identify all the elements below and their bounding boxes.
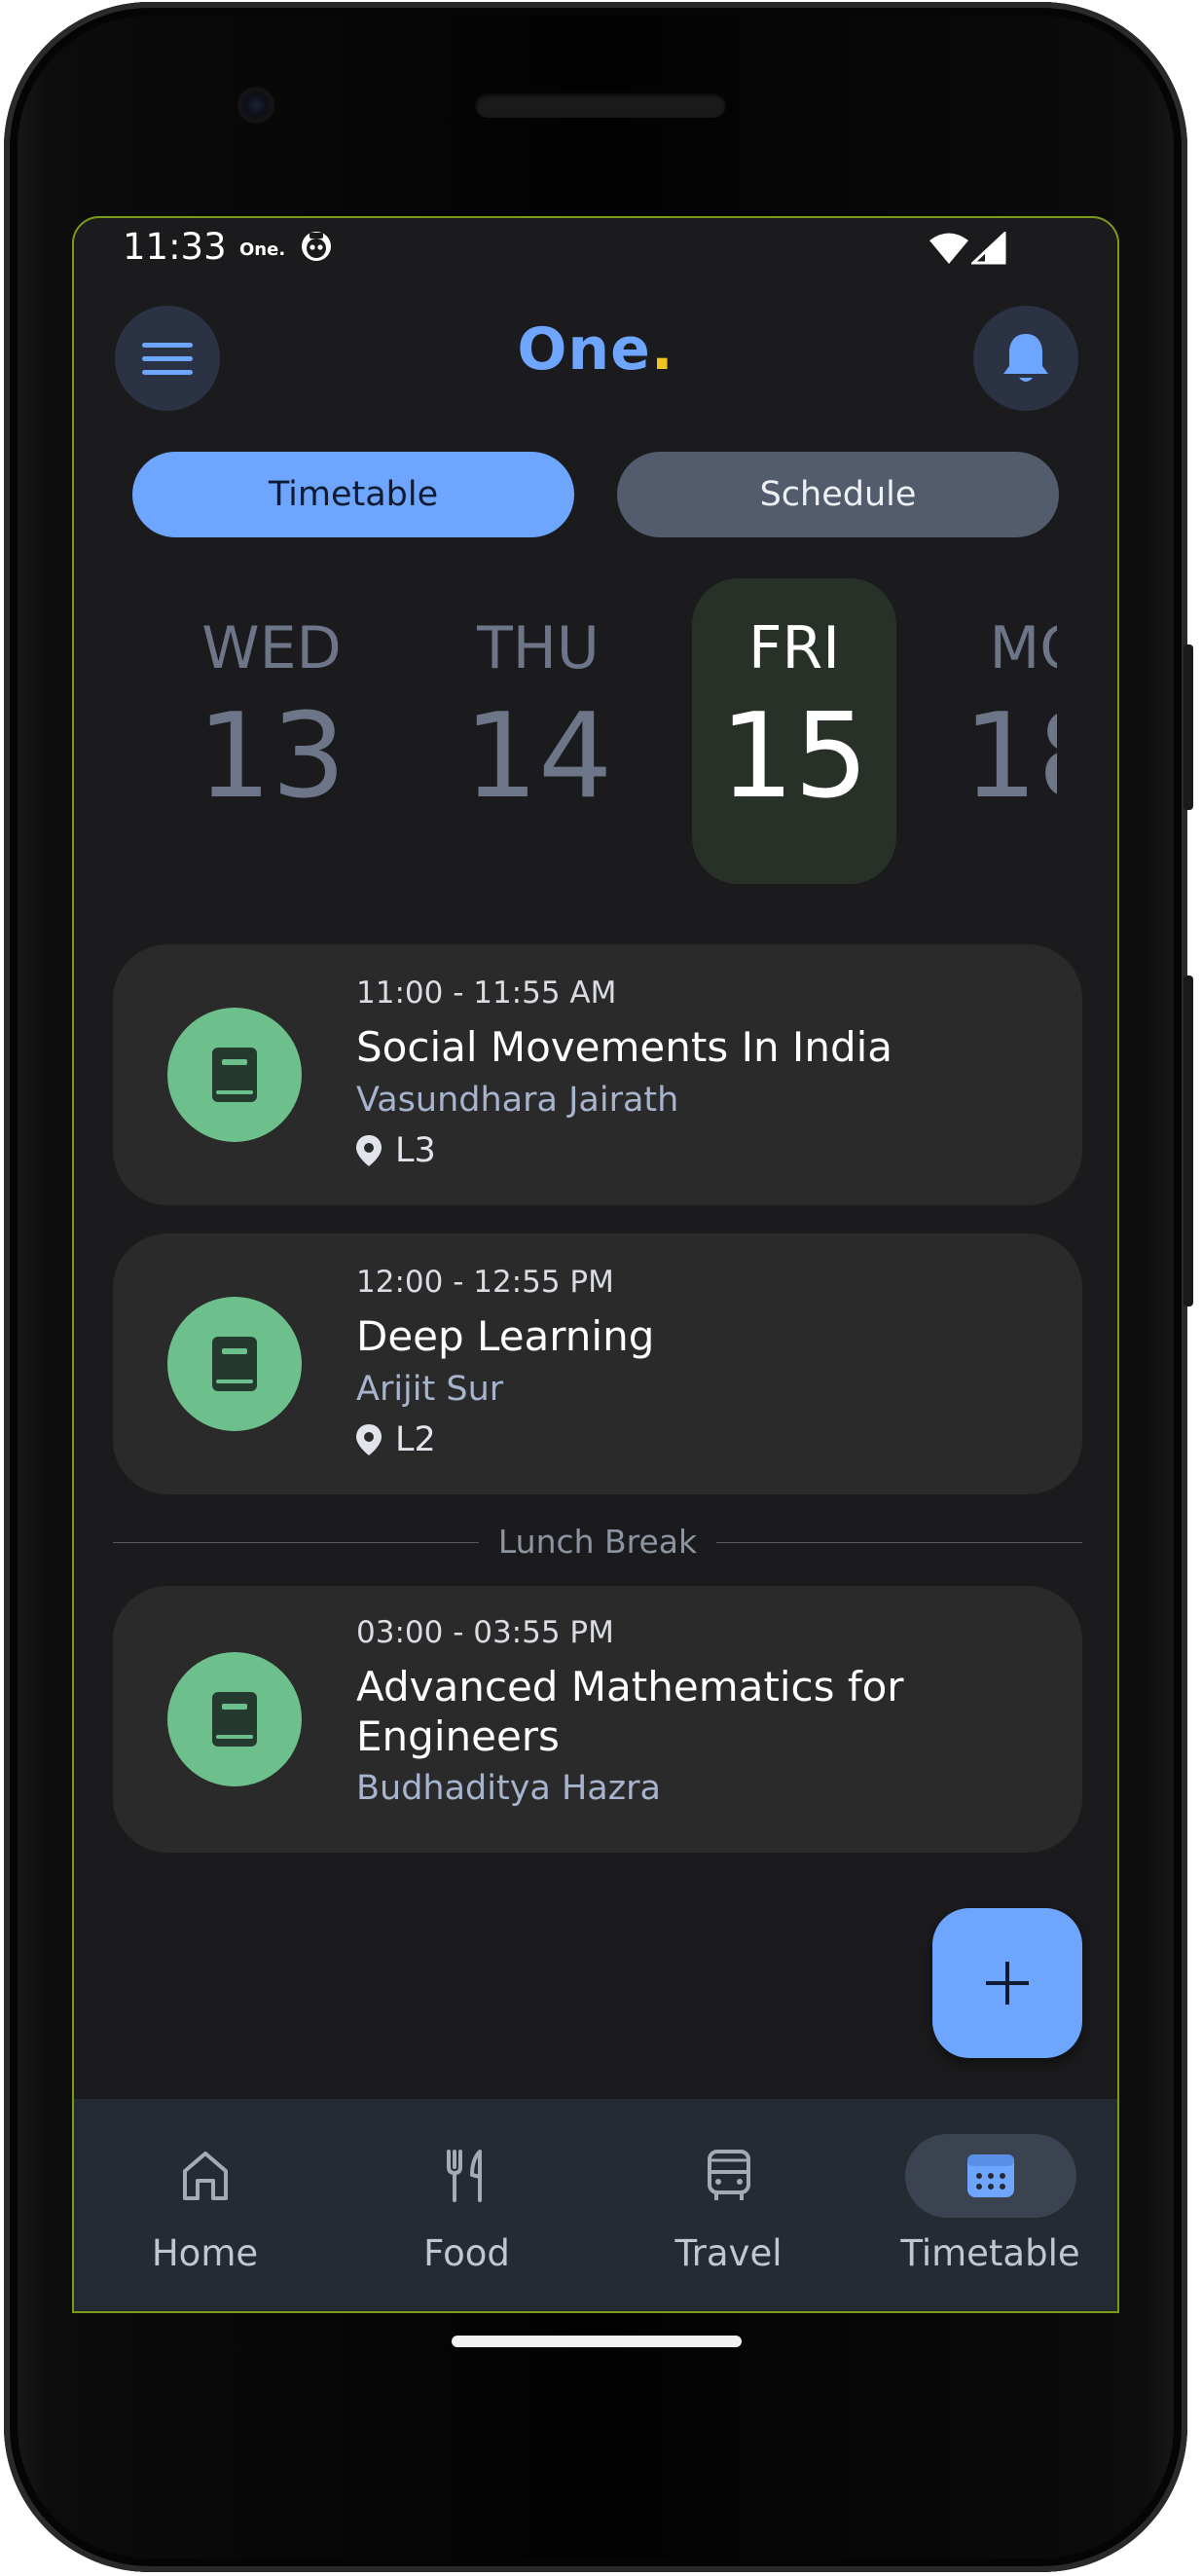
class-card[interactable]: 03:00 - 03:55 PM Advanced Mathematics fo… <box>113 1586 1082 1853</box>
day-number: 14 <box>463 689 613 825</box>
class-card[interactable]: 12:00 - 12:55 PM Deep Learning Arijit Su… <box>113 1233 1082 1494</box>
class-card[interactable]: 11:00 - 11:55 AM Social Movements In Ind… <box>113 944 1082 1205</box>
gesture-home-indicator[interactable] <box>452 2336 742 2347</box>
class-professor: Vasundhara Jairath <box>356 1081 679 1120</box>
class-professor: Arijit Sur <box>356 1370 504 1409</box>
book-icon <box>212 1048 257 1102</box>
class-icon-circle <box>167 1297 302 1431</box>
class-title: Advanced Mathematics for Engineers <box>356 1663 904 1760</box>
fork-knife-icon <box>446 2150 482 2202</box>
divider-line-right <box>716 1542 1082 1543</box>
nav-icon-wrap-active <box>904 2134 1076 2218</box>
class-location: L3 <box>356 1131 436 1170</box>
nav-label: Food <box>423 2232 510 2274</box>
bus-icon <box>707 2150 750 2200</box>
nav-timetable[interactable]: Timetable <box>859 2099 1117 2311</box>
front-camera <box>237 87 274 124</box>
notification-face-icon <box>302 232 331 261</box>
day-name: MO <box>989 614 1058 682</box>
day-number: 13 <box>197 689 346 825</box>
app-screen: 11:33 One. One. Timetable Schedule WED 1… <box>72 216 1119 2313</box>
status-bar: 11:33 One. <box>74 218 1117 278</box>
nav-food[interactable]: Food <box>336 2099 598 2311</box>
earpiece-speaker <box>475 92 726 118</box>
day-name: WED <box>201 614 342 682</box>
day-mon[interactable]: MO 18 <box>950 578 1057 884</box>
day-name: FRI <box>748 614 840 682</box>
class-title: Deep Learning <box>356 1312 655 1360</box>
status-notification-brand: One. <box>239 239 286 260</box>
day-number: 15 <box>719 689 869 825</box>
day-thu[interactable]: THU 14 <box>436 578 640 884</box>
class-time: 12:00 - 12:55 PM <box>356 1265 614 1300</box>
tab-schedule[interactable]: Schedule <box>617 452 1059 537</box>
volume-button <box>1184 975 1193 1306</box>
nav-icon-wrap <box>643 2134 815 2218</box>
tab-timetable[interactable]: Timetable <box>132 452 574 537</box>
class-professor: Budhaditya Hazra <box>356 1769 661 1808</box>
class-location-text: L3 <box>395 1131 436 1170</box>
location-pin-icon <box>356 1135 382 1166</box>
day-name: THU <box>477 614 600 682</box>
power-button <box>1184 644 1193 810</box>
notifications-button[interactable] <box>973 306 1078 411</box>
wifi-icon <box>929 233 968 264</box>
day-fri-selected[interactable]: FRI 15 <box>692 578 896 884</box>
status-time: 11:33 <box>123 226 227 268</box>
phone-frame: 11:33 One. One. Timetable Schedule WED 1… <box>4 2 1193 2572</box>
class-icon-circle <box>167 1008 302 1142</box>
bottom-navigation: Home Food Travel Timetable <box>74 2099 1117 2311</box>
lunch-break-divider: Lunch Break <box>113 1523 1082 1562</box>
class-location: L2 <box>356 1420 436 1459</box>
class-location-text: L2 <box>395 1420 436 1459</box>
day-clip: MO 18 <box>950 578 1057 884</box>
book-icon <box>212 1692 257 1747</box>
cell-signal-icon <box>971 232 1006 265</box>
app-logo: One. <box>74 315 1117 384</box>
class-time: 03:00 - 03:55 PM <box>356 1615 614 1650</box>
class-title: Social Movements In India <box>356 1023 893 1071</box>
logo-dot: . <box>650 315 674 384</box>
logo-text: One <box>517 315 651 384</box>
nav-label: Travel <box>674 2232 783 2274</box>
add-class-button[interactable] <box>932 1908 1082 2058</box>
class-icon-circle <box>167 1652 302 1786</box>
location-pin-icon <box>356 1424 382 1455</box>
class-time: 11:00 - 11:55 AM <box>356 975 617 1011</box>
nav-home[interactable]: Home <box>74 2099 336 2311</box>
day-wed[interactable]: WED 13 <box>169 578 374 884</box>
day-number: 18 <box>963 689 1057 825</box>
book-icon <box>212 1337 257 1391</box>
bell-icon <box>1003 334 1048 382</box>
nav-icon-wrap <box>120 2134 291 2218</box>
nav-icon-wrap <box>382 2134 553 2218</box>
calendar-icon <box>966 2154 1014 2197</box>
plus-icon <box>986 1962 1029 2005</box>
nav-label: Timetable <box>900 2232 1080 2274</box>
home-icon <box>182 2152 228 2200</box>
nav-travel[interactable]: Travel <box>598 2099 859 2311</box>
nav-label: Home <box>151 2232 259 2274</box>
